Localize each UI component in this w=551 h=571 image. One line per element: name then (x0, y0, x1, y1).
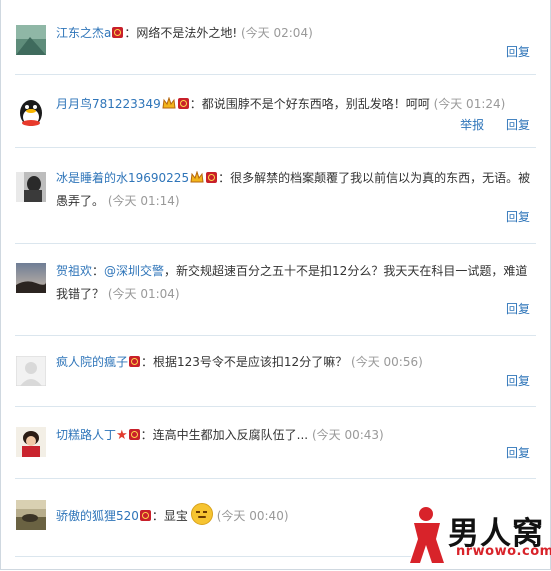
comment-item: 月月鸟781223349 ：都说围脖不是个好东西咯，别乱发咯！呵呵 (今天 01:… (0, 75, 551, 148)
reply-link[interactable]: 回复 (506, 446, 530, 460)
vip-badge-icon (139, 510, 151, 521)
reply-link[interactable]: 回复 (506, 302, 530, 316)
vip-badge-icon (112, 27, 124, 38)
separator (15, 556, 411, 557)
comment-item: 贺祖欢：@深圳交警，新交规超速百分之五十不是扣12分么？我天天在科目一试题，难道… (0, 244, 551, 336)
comment-text: 贺祖欢：@深圳交警，新交规超速百分之五十不是扣12分么？我天天在科目一试题，难道… (56, 260, 534, 306)
crown-icon (190, 168, 204, 183)
comment-item: 疯人院的瘋子 ：根据123号令不是应该扣12分了嘛？ (今天 00:56) 回复 (0, 336, 551, 407)
comment-actions: 回复 (488, 300, 530, 317)
username-link[interactable]: 骄傲的狐狸520 (56, 509, 139, 523)
watermark-url: nrwowo.com (456, 544, 551, 559)
comment-item: 江东之杰a ：网络不是法外之地! (今天 02:04) 回复 (0, 0, 551, 75)
comment-item: 冰是睡着的水19690225 ：很多解禁的档案颠覆了我以前信以为真的东西，无语。被… (0, 148, 551, 244)
vip-badge-icon (128, 429, 140, 440)
username-link[interactable]: 贺祖欢 (56, 264, 92, 278)
timestamp: (今天 00:40) (216, 509, 289, 523)
comment-actions: 举报 回复 (442, 116, 530, 133)
reply-link[interactable]: 回复 (506, 118, 530, 132)
smile-emoji-icon (190, 503, 213, 525)
comment-body: ：根据123号令不是应该扣12分了嘛？ (141, 355, 348, 369)
comment-actions: 回复 (488, 43, 530, 60)
avatar[interactable] (16, 500, 46, 530)
comment-text: 疯人院的瘋子 ：根据123号令不是应该扣12分了嘛？ (今天 00:56) (56, 351, 534, 374)
username-link[interactable]: 冰是睡着的水19690225 (56, 171, 189, 185)
star-icon: ★ (116, 428, 128, 443)
comment-actions: 回复 (488, 208, 530, 225)
avatar[interactable] (16, 427, 46, 457)
username-link[interactable]: 疯人院的瘋子 (56, 355, 128, 369)
timestamp: (今天 02:04) (241, 26, 313, 40)
timestamp: (今天 01:04) (107, 287, 180, 301)
username-link[interactable]: 月月鸟781223349 (56, 97, 161, 111)
mention-link[interactable]: @深圳交警 (104, 264, 164, 278)
comment-text: 切糕路人丁★ ：连高中生都加入反腐队伍了... (今天 00:43) (56, 424, 534, 447)
reply-link[interactable]: 回复 (506, 45, 530, 59)
crown-icon (162, 94, 176, 109)
vip-badge-icon (177, 98, 189, 109)
avatar[interactable] (16, 356, 46, 386)
avatar[interactable] (16, 25, 46, 55)
username-link[interactable]: 切糕路人丁 (56, 428, 116, 442)
avatar[interactable] (16, 172, 46, 202)
timestamp: (今天 00:43) (311, 428, 384, 442)
comment-body: ：都说围脖不是个好东西咯，别乱发咯！呵呵 (189, 97, 430, 111)
timestamp: (今天 01:14) (107, 194, 180, 208)
report-link[interactable]: 举报 (460, 118, 484, 132)
timestamp: (今天 00:56) (351, 355, 423, 369)
comment-item: 切糕路人丁★ ：连高中生都加入反腐队伍了... (今天 00:43) 回复 (0, 407, 551, 479)
comment-body: ：显宝 (151, 509, 188, 523)
timestamp: (今天 01:24) (433, 97, 506, 111)
comment-actions: 回复 (488, 372, 530, 389)
comment-text: 江东之杰a ：网络不是法外之地! (今天 02:04) (56, 22, 534, 45)
comment-text: 月月鸟781223349 ：都说围脖不是个好东西咯，别乱发咯！呵呵 (今天 01:… (56, 93, 534, 116)
comment-separator: ： (92, 264, 105, 278)
comment-actions: 回复 (488, 444, 530, 461)
reply-link[interactable]: 回复 (506, 210, 530, 224)
reply-link[interactable]: 回复 (506, 374, 530, 388)
comment-body: ：网络不是法外之地! (124, 26, 238, 40)
comment-body: ：连高中生都加入反腐队伍了... (140, 428, 309, 442)
avatar[interactable] (16, 263, 46, 293)
comment-text: 冰是睡着的水19690225 ：很多解禁的档案颠覆了我以前信以为真的东西，无语。被… (56, 167, 534, 213)
vip-badge-icon (206, 172, 218, 183)
username-link[interactable]: 江东之杰a (56, 26, 111, 40)
vip-badge-icon (129, 356, 141, 367)
avatar[interactable] (16, 98, 46, 128)
